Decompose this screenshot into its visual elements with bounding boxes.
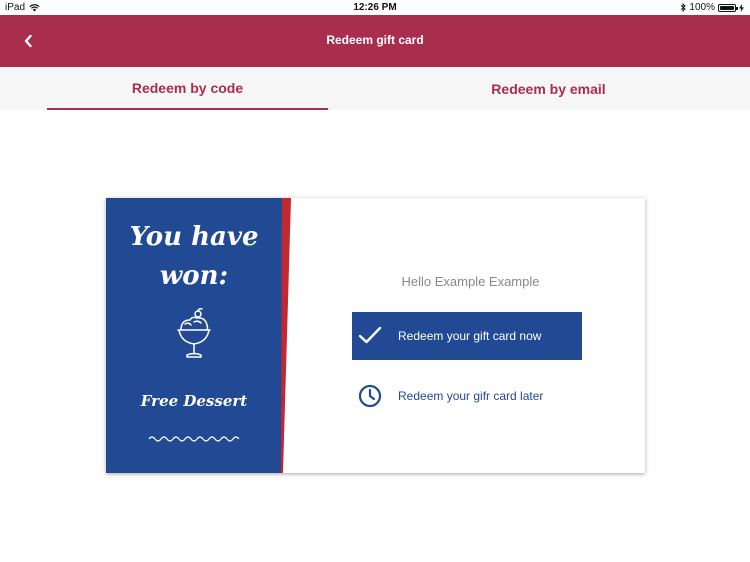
battery-percent: 100%: [689, 2, 715, 13]
gift-card: You have won: Free Dessert Hello Example…: [106, 198, 645, 473]
redeem-later-label: Redeem your gifr card later: [398, 389, 544, 403]
ice-cream-sundae-icon: [177, 308, 211, 358]
page-title: Redeem gift card: [326, 33, 424, 47]
battery-level: [720, 5, 734, 10]
battery-icon: [718, 3, 738, 12]
prize-heading: You have won:: [129, 222, 259, 291]
charging-icon: [739, 3, 744, 12]
status-bar: iPad 12:26 PM 100%: [0, 0, 750, 15]
tab-redeem-by-email[interactable]: Redeem by email: [408, 67, 689, 110]
tab-redeem-by-code[interactable]: Redeem by code: [47, 67, 328, 110]
status-time: 12:26 PM: [353, 2, 397, 13]
bluetooth-icon: [681, 3, 687, 12]
wave-divider: [148, 436, 240, 442]
greeting-text: Hello Example Example: [401, 274, 540, 289]
redeem-later-button[interactable]: Redeem your gifr card later: [352, 380, 582, 412]
clock-icon: [358, 384, 382, 408]
status-right: 100%: [680, 2, 744, 13]
redeem-now-label: Redeem your gift card now: [398, 329, 542, 343]
checkmark-icon: [358, 326, 382, 344]
prize-panel: You have won: Free Dessert: [106, 198, 296, 473]
prize-name: Free Dessert: [140, 392, 248, 410]
tab-bar: Redeem by code Redeem by email: [0, 67, 750, 110]
nav-bar: Redeem gift card: [0, 15, 750, 67]
redeem-now-button[interactable]: Redeem your gift card now: [352, 312, 582, 360]
